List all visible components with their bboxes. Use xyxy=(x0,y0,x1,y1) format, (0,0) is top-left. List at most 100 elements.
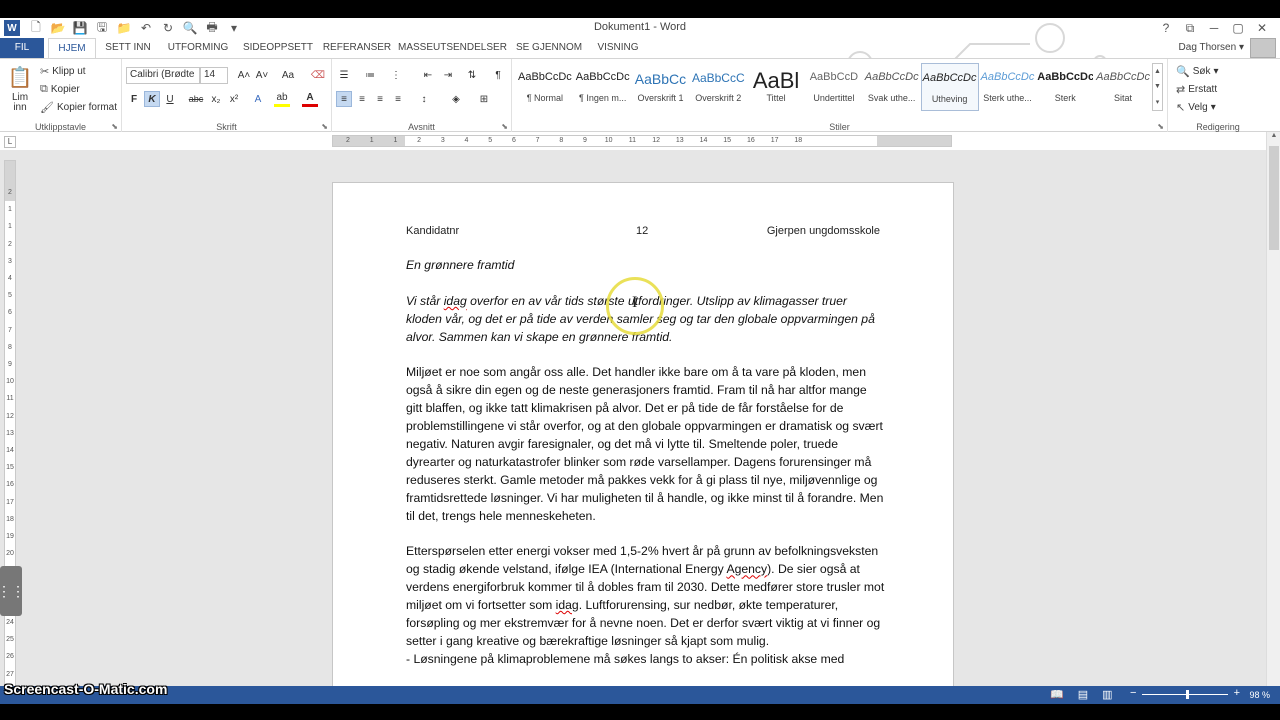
vertical-scrollbar[interactable]: ▲ ▼ xyxy=(1266,132,1280,704)
tab-insert[interactable]: SETT INN xyxy=(100,38,156,58)
style-no-spacing[interactable]: AaBbCcDc ¶ Ingen m... xyxy=(574,63,632,111)
print-preview-icon[interactable]: 🔍 xyxy=(180,20,200,36)
document-canvas[interactable]: 2112345678910111213141516171819202122232… xyxy=(0,150,1266,690)
shading-icon[interactable]: ◈ xyxy=(448,91,464,107)
chevron-up-icon[interactable]: ▲ xyxy=(1154,68,1161,75)
horizontal-ruler[interactable]: 2 1 1 2 3 4 5 6 7 8 9 10 11 12 13 14 15 16 17 18 xyxy=(332,135,952,147)
tab-view[interactable]: VISNING xyxy=(592,38,644,58)
tab-mailings[interactable]: MASSEUTSENDELSER xyxy=(398,38,507,58)
new-icon[interactable]: 🗋 xyxy=(26,20,46,36)
style-title[interactable]: AaBl Tittel xyxy=(747,63,805,111)
font-size-select[interactable]: 14 xyxy=(200,67,228,84)
customize-icon[interactable]: ▾ xyxy=(224,20,244,36)
italic-button[interactable]: K xyxy=(144,91,160,107)
ruler-label: 19 xyxy=(6,533,14,540)
style-heading-1[interactable]: AaBbCc Overskrift 1 xyxy=(632,63,690,111)
change-case-button[interactable]: Aa xyxy=(280,67,296,83)
style-normal[interactable]: AaBbCcDc ¶ Normal xyxy=(516,63,574,111)
style-intense-emphasis[interactable]: AaBbCcDc Sterk uthe... xyxy=(979,63,1037,111)
text-effects-button[interactable]: A xyxy=(250,91,266,107)
font-color-button[interactable]: A xyxy=(302,91,318,107)
scroll-up-icon[interactable]: ▲ xyxy=(1267,132,1280,144)
increase-indent-icon[interactable]: ⇥ xyxy=(440,67,456,83)
dialog-launcher-icon[interactable]: ⬊ xyxy=(111,122,118,131)
align-left-icon[interactable]: ≡ xyxy=(336,91,352,107)
find-button[interactable]: 🔍 Søk ▾ xyxy=(1176,63,1219,79)
copy-button[interactable]: ⧉ Kopier xyxy=(40,81,80,97)
style-subtle-emphasis[interactable]: AaBbCcDc Svak uthe... xyxy=(863,63,921,111)
folder-icon[interactable]: 📁 xyxy=(114,20,134,36)
help-button[interactable]: ? xyxy=(1154,19,1178,37)
tab-home[interactable]: HJEM xyxy=(48,38,96,59)
tab-selector[interactable]: L xyxy=(4,136,16,148)
align-right-icon[interactable]: ≡ xyxy=(372,91,388,107)
style-strong[interactable]: AaBbCcDc Sterk xyxy=(1036,63,1094,111)
bold-button[interactable]: F xyxy=(126,91,142,107)
save-as-icon[interactable]: 🖫 xyxy=(92,20,112,36)
open-icon[interactable]: 📂 xyxy=(48,20,68,36)
show-marks-button[interactable]: ¶ xyxy=(490,67,506,83)
shrink-font-button[interactable]: A˅ xyxy=(254,67,270,83)
zoom-out-button[interactable]: − xyxy=(1130,687,1136,699)
user-name[interactable]: Dag Thorsen ▾ xyxy=(1179,42,1244,53)
multilevel-list-icon[interactable]: ⋮ xyxy=(388,67,404,83)
style-heading-2[interactable]: AaBbCcC Overskrift 2 xyxy=(689,63,747,111)
sort-icon[interactable]: ⇅ xyxy=(464,67,480,83)
undo-icon[interactable]: ↶ xyxy=(136,20,156,36)
minimize-button[interactable]: ─ xyxy=(1202,19,1226,37)
tab-review[interactable]: SE GJENNOM xyxy=(512,38,586,58)
redo-icon[interactable]: ↻ xyxy=(158,20,178,36)
zoom-track[interactable] xyxy=(1142,694,1228,695)
style-quote[interactable]: AaBbCcDc Sitat xyxy=(1094,63,1152,111)
quick-print-icon[interactable]: 🖶 xyxy=(202,20,222,36)
web-layout-icon[interactable]: ▥ xyxy=(1102,688,1112,701)
justify-icon[interactable]: ≡ xyxy=(390,91,406,107)
bullets-icon[interactable]: ☰ xyxy=(336,67,352,83)
dialog-launcher-icon[interactable]: ⬊ xyxy=(501,122,508,131)
maximize-button[interactable]: ▢ xyxy=(1226,19,1250,37)
subscript-button[interactable]: x₂ xyxy=(208,91,224,107)
zoom-knob[interactable] xyxy=(1186,690,1189,699)
select-button[interactable]: ↖ Velg ▾ xyxy=(1176,99,1216,115)
style-subtitle[interactable]: AaBbCcD Undertittel xyxy=(805,63,863,111)
zoom-in-button[interactable]: + xyxy=(1234,687,1240,699)
highlight-button[interactable]: ab xyxy=(274,91,290,107)
tab-layout[interactable]: SIDEOPPSETT xyxy=(240,38,316,58)
dialog-launcher-icon[interactable]: ⬊ xyxy=(1157,122,1164,131)
document-page[interactable]: Kandidatnr 12 Gjerpen ungdomsskole En gr… xyxy=(332,182,954,690)
line-spacing-icon[interactable]: ↕ xyxy=(416,91,432,107)
close-button[interactable]: ✕ xyxy=(1250,19,1274,37)
zoom-slider[interactable]: − + xyxy=(1130,687,1240,701)
dialog-launcher-icon[interactable]: ⬊ xyxy=(321,122,328,131)
numbering-icon[interactable]: ≔ xyxy=(362,67,378,83)
decrease-indent-icon[interactable]: ⇤ xyxy=(420,67,436,83)
tab-file[interactable]: FIL xyxy=(0,38,44,58)
superscript-button[interactable]: x² xyxy=(226,91,242,107)
underline-button[interactable]: U xyxy=(162,91,178,107)
cut-button[interactable]: ✂ Klipp ut xyxy=(40,63,86,79)
avatar[interactable] xyxy=(1250,38,1276,58)
style-emphasis[interactable]: AaBbCcDc Utheving xyxy=(920,63,979,111)
tab-design[interactable]: UTFORMING xyxy=(162,38,234,58)
format-painter-button[interactable]: 🖌 Kopier format xyxy=(40,99,117,115)
pane-handle-icon[interactable]: ⋮⋮ xyxy=(0,566,25,616)
document-body[interactable]: En grønnere framtid Vi står idag overfor… xyxy=(406,257,886,669)
grow-font-button[interactable]: A˄ xyxy=(236,67,252,83)
read-mode-icon[interactable]: 📖 xyxy=(1050,688,1064,701)
chevron-down-icon[interactable]: ▼ xyxy=(1154,83,1161,90)
save-icon[interactable]: 💾 xyxy=(70,20,90,36)
zoom-level[interactable]: 98 % xyxy=(1249,690,1270,700)
clear-format-icon[interactable]: ⌫ xyxy=(310,67,326,83)
replace-button[interactable]: ⇄ Erstatt xyxy=(1176,81,1217,97)
style-gallery-scroll[interactable]: ▲ ▼ ▾ xyxy=(1152,63,1163,111)
borders-icon[interactable]: ⊞ xyxy=(476,91,492,107)
align-center-icon[interactable]: ≡ xyxy=(354,91,370,107)
scroll-thumb[interactable] xyxy=(1269,146,1279,250)
print-layout-icon[interactable]: ▤ xyxy=(1078,688,1088,701)
paste-button[interactable]: 📋 Lim inn xyxy=(6,65,34,115)
strikethrough-button[interactable]: abc xyxy=(186,91,206,107)
font-family-select[interactable]: Calibri (Brødte xyxy=(126,67,200,84)
ribbon-display-button[interactable]: ⧉ xyxy=(1178,19,1202,37)
tab-references[interactable]: REFERANSER xyxy=(322,38,392,58)
more-icon[interactable]: ▾ xyxy=(1156,98,1160,106)
